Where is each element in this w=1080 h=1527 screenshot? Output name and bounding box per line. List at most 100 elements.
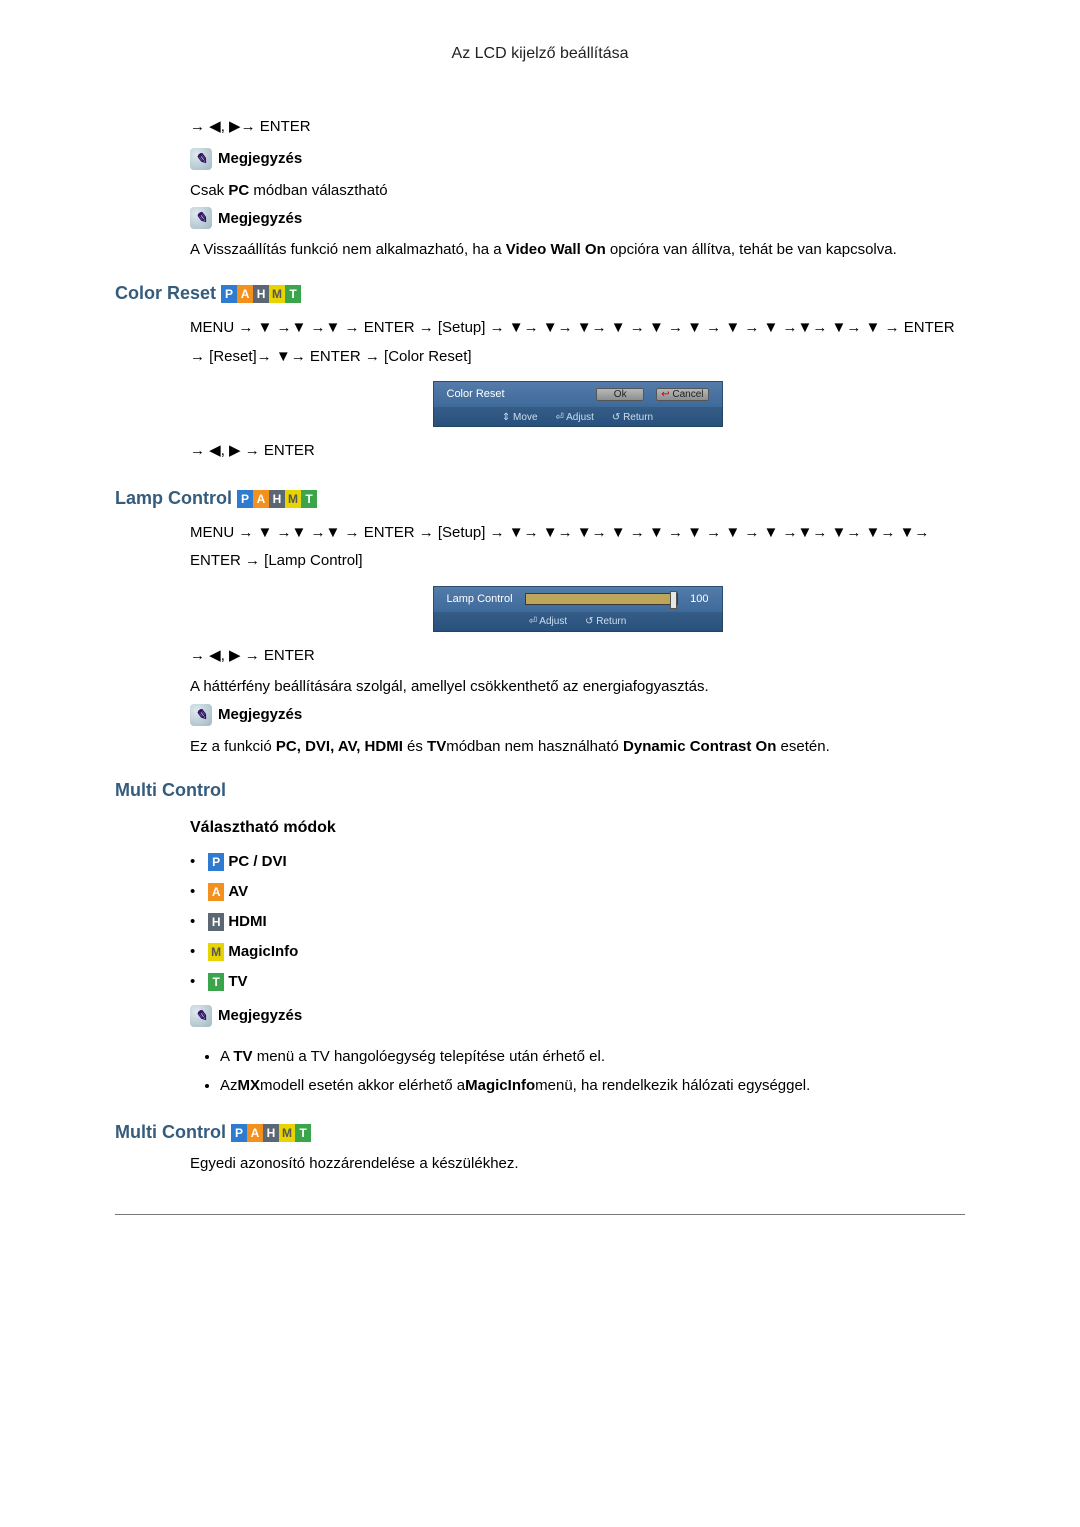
b1-b2: MagicInfo — [465, 1077, 535, 1094]
page-title: Az LCD kijelző beállítása — [115, 45, 965, 63]
mode-label: HDMI — [228, 913, 266, 930]
mode-t-icon: T — [208, 973, 224, 991]
mode-p-icon: P — [221, 285, 237, 303]
color-reset-title: Color Reset — [115, 283, 216, 303]
lamp-title: Lamp Control — [115, 488, 232, 508]
note2-b: opcióra van állítva, tehát be van kapcso… — [606, 241, 897, 258]
mode-a-icon: A — [253, 490, 269, 508]
b0-pre: A — [220, 1048, 233, 1065]
mode-badges: P A H M T — [221, 285, 301, 303]
b1-pre: Az — [220, 1077, 238, 1094]
osd-footer: ⏎ Adjust ↺ Return — [433, 612, 723, 632]
ln-modes: PC, DVI, AV, HDMI — [276, 738, 403, 755]
osd-footer-move: ⇕ Move — [502, 412, 538, 423]
note-block-2: ✎ Megjegyzés — [190, 207, 965, 229]
lamp-post: → ◀, ▶ → ENTER — [190, 642, 965, 671]
note1-pc: PC — [228, 182, 249, 199]
mode-m-icon: M — [208, 943, 224, 961]
list-item: • H HDMI — [190, 907, 965, 937]
b0-mid: menü a TV hangolóegység telepítése után … — [253, 1048, 605, 1065]
lamp-desc: A háttérfény beállítására szolgál, amell… — [190, 676, 965, 698]
note-label: Megjegyzés — [218, 1007, 302, 1024]
mode-label: AV — [228, 883, 248, 900]
multi-notes-list: A TV menü a TV hangolóegység telepítése … — [190, 1042, 965, 1100]
osd-row: Lamp Control 100 — [433, 586, 723, 612]
osd-lamp: Lamp Control 100 ⏎ Adjust ↺ Return — [433, 586, 723, 632]
document-page: Az LCD kijelző beállítása → ◀, ▶→ ENTER … — [0, 0, 1080, 1527]
modes-list: • P PC / DVI • A AV • H HDMI • M MagicIn… — [190, 847, 965, 997]
note2-vw: Video Wall On — [506, 241, 606, 258]
section-title-multi-2: Multi Control P A H M T — [115, 1122, 965, 1143]
osd-footer-adjust: ⏎ Adjust — [556, 412, 594, 423]
lamp-nav: MENU → ▼ →▼ →▼ → ENTER → [Setup] → ▼→ ▼→… — [190, 519, 965, 576]
mode-label: MagicInfo — [228, 943, 298, 960]
lamp-value: 100 — [690, 593, 708, 605]
multi2-body: Egyedi azonosító hozzárendelése a készül… — [190, 1153, 965, 1175]
b0-b1: TV — [233, 1048, 252, 1065]
section-title-lamp: Lamp Control P A H M T — [115, 488, 965, 509]
lamp-note: Ez a funkció PC, DVI, AV, HDMI és TVmódb… — [190, 736, 965, 758]
ln-tv: TV — [427, 738, 446, 755]
nav-enter-line: → ◀, ▶→ ENTER — [190, 113, 965, 142]
note-block-lamp: ✎ Megjegyzés — [190, 704, 965, 726]
ln-a: Ez a funkció — [190, 738, 276, 755]
color-reset-nav: MENU → ▼ →▼ →▼ → ENTER → [Setup] → ▼→ ▼→… — [190, 314, 965, 371]
mode-badges: P A H M T — [231, 1124, 311, 1142]
ln-dyn: Dynamic Contrast On — [623, 738, 776, 755]
ln-b: módban nem használható — [446, 738, 623, 755]
pre-block: → ◀, ▶→ ENTER ✎ Megjegyzés Csak PC módba… — [190, 113, 965, 261]
osd-cancel-button[interactable]: Cancel — [656, 388, 708, 401]
ln-c: esetén. — [776, 738, 829, 755]
mode-a-icon: A — [237, 285, 253, 303]
multi-body: Választható módok • P PC / DVI • A AV • … — [190, 819, 965, 1100]
mode-m-icon: M — [285, 490, 301, 508]
mode-a-icon: A — [247, 1124, 263, 1142]
list-item: A TV menü a TV hangolóegység telepítése … — [220, 1042, 965, 1071]
note-block: ✎ Megjegyzés — [190, 148, 965, 170]
note-icon: ✎ — [190, 1005, 212, 1027]
osd-footer-adjust: ⏎ Adjust — [529, 616, 567, 627]
list-item: • T TV — [190, 967, 965, 997]
mode-p-icon: P — [208, 853, 224, 871]
mode-label: TV — [228, 973, 247, 990]
mode-badges: P A H M T — [237, 490, 317, 508]
footer-rule — [115, 1214, 965, 1215]
mode-a-icon: A — [208, 883, 224, 901]
mode-t-icon: T — [301, 490, 317, 508]
ln-mid: és — [403, 738, 427, 755]
note-icon: ✎ — [190, 207, 212, 229]
b1-post: menü, ha rendelkezik hálózati egységgel. — [535, 1077, 810, 1094]
mode-h-icon: H — [208, 913, 224, 931]
b1-b1: MX — [238, 1077, 261, 1094]
osd-label: Color Reset — [447, 388, 505, 400]
mode-label: PC / DVI — [228, 853, 286, 870]
osd-footer-return: ↺ Return — [612, 412, 653, 423]
list-item: • A AV — [190, 877, 965, 907]
list-item: AzMXmodell esetén akkor elérhető aMagicI… — [220, 1071, 965, 1100]
multi2-title: Multi Control — [115, 1122, 226, 1142]
mode-t-icon: T — [285, 285, 301, 303]
mode-h-icon: H — [263, 1124, 279, 1142]
osd-ok-button[interactable]: Ok — [596, 388, 644, 401]
mode-p-icon: P — [231, 1124, 247, 1142]
note-label: Megjegyzés — [218, 706, 302, 723]
multi-subhead: Választható módok — [190, 819, 965, 837]
lamp-body: MENU → ▼ →▼ →▼ → ENTER → [Setup] → ▼→ ▼→… — [190, 519, 965, 758]
note-icon: ✎ — [190, 148, 212, 170]
note-label: Megjegyzés — [218, 150, 302, 167]
b1-mid: modell esetén akkor elérhető a — [260, 1077, 465, 1094]
mode-m-icon: M — [269, 285, 285, 303]
lamp-slider[interactable] — [525, 593, 679, 605]
section-title-multi: Multi Control — [115, 780, 965, 801]
note-icon: ✎ — [190, 704, 212, 726]
osd-label: Lamp Control — [447, 593, 513, 605]
color-reset-body: MENU → ▼ →▼ →▼ → ENTER → [Setup] → ▼→ ▼→… — [190, 314, 965, 466]
color-reset-post: → ◀, ▶ → ENTER — [190, 437, 965, 466]
note2-text: A Visszaállítás funkció nem alkalmazható… — [190, 239, 965, 261]
note2-a: A Visszaállítás funkció nem alkalmazható… — [190, 241, 506, 258]
list-item: • M MagicInfo — [190, 937, 965, 967]
osd-footer-return: ↺ Return — [585, 616, 626, 627]
note-block-multi: ✎ Megjegyzés — [190, 1005, 965, 1027]
mode-m-icon: M — [279, 1124, 295, 1142]
note1-text: Csak PC módban választható — [190, 180, 965, 202]
